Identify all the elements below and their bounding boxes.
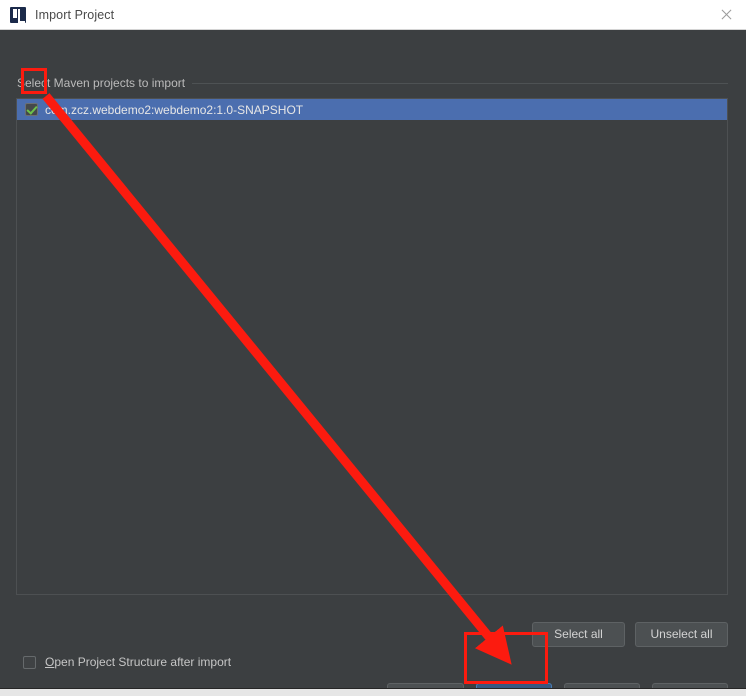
list-item[interactable]: com.zcz.webdemo2:webdemo2:1.0-SNAPSHOT <box>17 99 727 120</box>
label-rest: pen Project Structure after import <box>54 655 232 669</box>
open-project-structure-checkbox[interactable]: Open Project Structure after import <box>23 655 231 669</box>
backdrop-bottom-bar <box>0 688 746 696</box>
next-button[interactable]: Next <box>476 683 552 688</box>
maven-projects-list[interactable]: com.zcz.webdemo2:webdemo2:1.0-SNAPSHOT <box>16 98 728 595</box>
unselect-all-button[interactable]: Unselect all <box>635 622 728 647</box>
project-label: com.zcz.webdemo2:webdemo2:1.0-SNAPSHOT <box>45 102 304 117</box>
open-project-structure-label: Open Project Structure after import <box>45 655 231 669</box>
dialog-button-bar: Previous Next Cancel Help <box>387 683 728 688</box>
help-button[interactable]: Help <box>652 683 728 688</box>
section-header-rule <box>192 82 728 84</box>
project-checkbox[interactable] <box>25 103 38 116</box>
dialog-body: Select Maven projects to import com.zcz.… <box>0 30 746 688</box>
section-header-label: Select Maven projects to import <box>17 76 186 90</box>
cancel-button[interactable]: Cancel <box>564 683 640 688</box>
close-icon[interactable] <box>714 3 738 27</box>
checkbox-box[interactable] <box>23 655 36 669</box>
mnemonic-letter: O <box>45 655 55 669</box>
previous-button[interactable]: Previous <box>387 683 464 688</box>
select-all-button-group: Select all Unselect all <box>532 622 728 647</box>
intellij-idea-icon <box>10 6 26 23</box>
dialog-title: Import Project <box>35 7 115 22</box>
section-header: Select Maven projects to import <box>17 76 728 90</box>
select-all-button[interactable]: Select all <box>532 622 625 647</box>
dialog-titlebar: Import Project <box>0 0 746 30</box>
import-project-dialog: Import Project Select Maven projects to … <box>0 0 746 688</box>
